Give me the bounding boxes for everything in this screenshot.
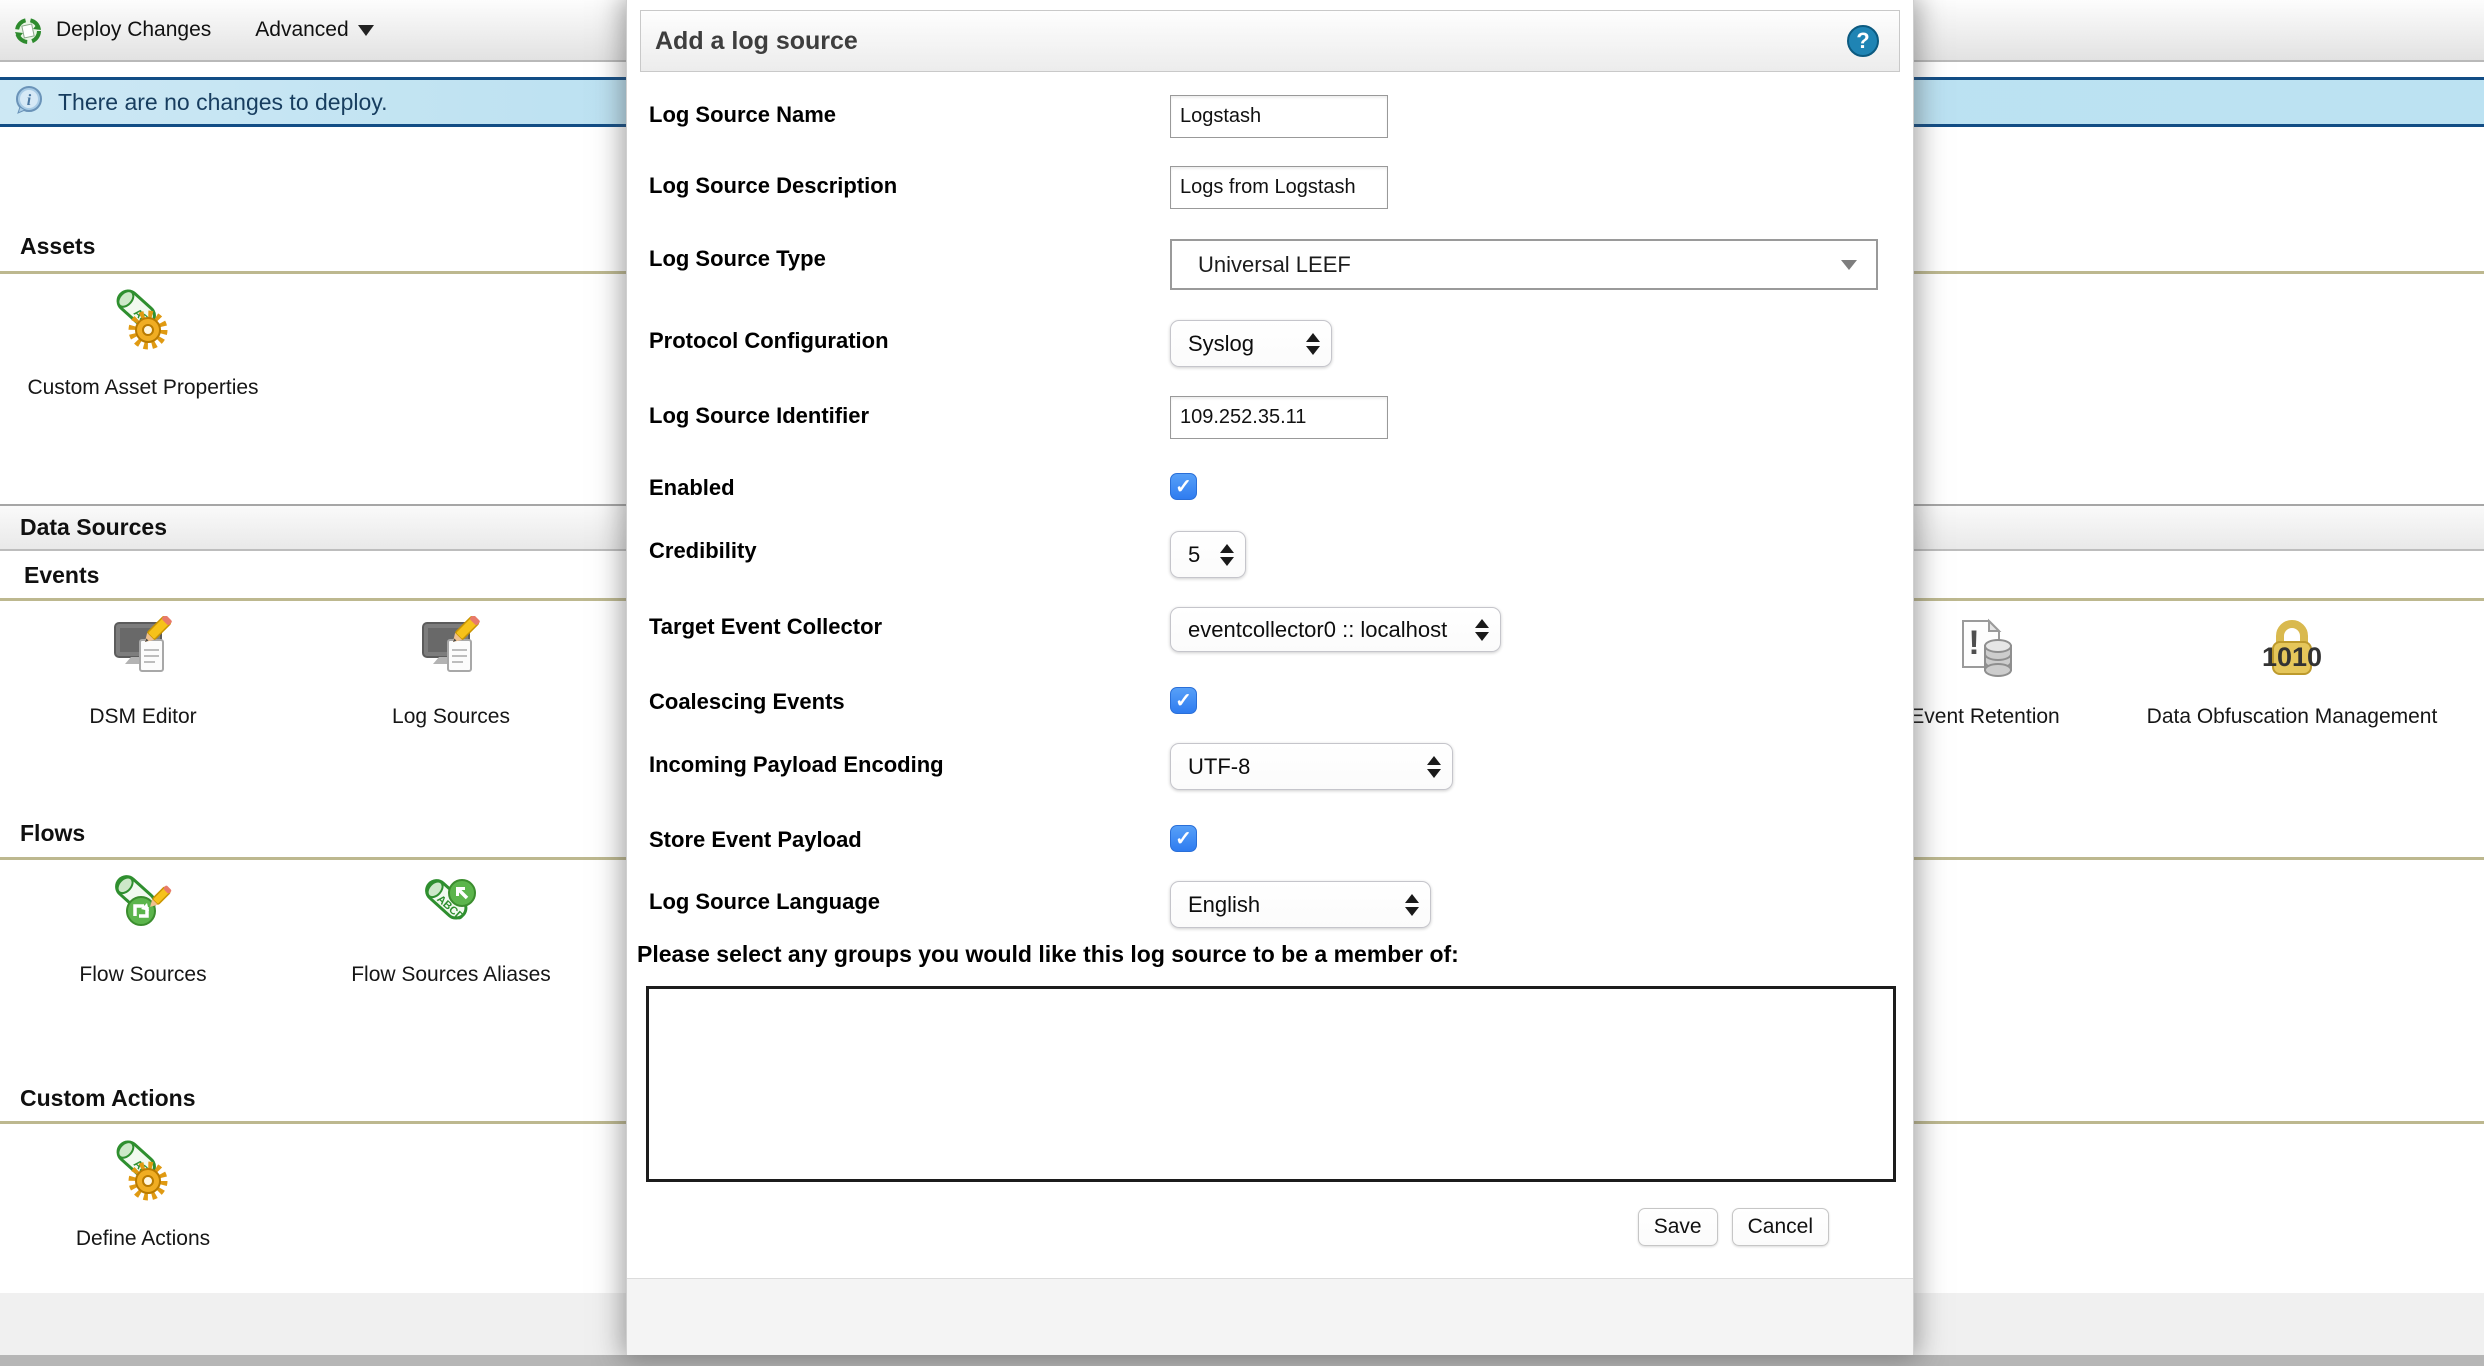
log-source-description-label: Log Source Description (649, 173, 897, 199)
select-stepper-icon (1306, 333, 1320, 355)
deploy-changes-label: Deploy Changes (56, 18, 211, 42)
coalescing-events-checkbox[interactable] (1170, 687, 1197, 714)
log-source-type-dropdown[interactable]: Universal LEEF (1170, 239, 1878, 290)
log-source-language-value: English (1188, 892, 1260, 918)
question-mark-icon[interactable]: ? (1847, 25, 1879, 57)
target-event-collector-select[interactable]: eventcollector0 :: localhost (1170, 607, 1501, 652)
enabled-checkbox[interactable] (1170, 473, 1197, 500)
svg-text:1010: 1010 (2262, 642, 2322, 672)
caret-down-icon (358, 25, 374, 36)
incoming-payload-encoding-label: Incoming Payload Encoding (649, 752, 944, 778)
scroll-gear-icon: AB (0, 1138, 293, 1202)
select-stepper-icon (1220, 544, 1234, 566)
add-log-source-dialog: Add a log source ? Log Source Name Log S… (626, 0, 1914, 1355)
dialog-footer (627, 1278, 1913, 1355)
select-stepper-icon (1427, 756, 1441, 778)
store-event-payload-label: Store Event Payload (649, 827, 862, 853)
page-bottom-strip (0, 1355, 2484, 1366)
credibility-label: Credibility (649, 538, 757, 564)
admin-item-data-obfuscation-management[interactable]: 1010 Data Obfuscation Management (2142, 616, 2442, 733)
log-source-language-select[interactable]: English (1170, 881, 1431, 928)
advanced-label: Advanced (255, 18, 348, 42)
flow-banner-arrow-icon: ABCD (301, 874, 601, 938)
select-stepper-icon (1405, 894, 1419, 916)
log-source-type-label: Log Source Type (649, 246, 826, 272)
flow-banner-pencil-icon (0, 874, 293, 938)
icon-caption: Flow Sources Aliases (301, 959, 601, 991)
coalescing-events-label: Coalescing Events (649, 689, 845, 715)
cancel-button[interactable]: Cancel (1732, 1208, 1829, 1246)
target-event-collector-value: eventcollector0 :: localhost (1188, 617, 1447, 643)
groups-selection-box[interactable] (646, 986, 1896, 1182)
admin-item-define-actions[interactable]: AB Define Actions (0, 1138, 293, 1255)
enabled-label: Enabled (649, 475, 735, 501)
save-button[interactable]: Save (1638, 1208, 1718, 1246)
log-source-identifier-input[interactable] (1170, 396, 1388, 439)
target-event-collector-label: Target Event Collector (649, 614, 882, 640)
groups-prompt: Please select any groups you would like … (637, 941, 1459, 968)
svg-text:i: i (27, 92, 32, 109)
padlock-1010-icon: 1010 (2142, 616, 2442, 680)
store-event-payload-checkbox[interactable] (1170, 825, 1197, 852)
section-title-custom-actions: Custom Actions (20, 1085, 196, 1112)
section-title-flows: Flows (20, 820, 85, 847)
advanced-menu-button[interactable]: Advanced (255, 18, 373, 42)
icon-caption: Define Actions (0, 1223, 293, 1255)
protocol-configuration-value: Syslog (1188, 331, 1254, 357)
admin-item-flow-sources[interactable]: Flow Sources (0, 874, 293, 991)
log-source-name-input[interactable] (1170, 95, 1388, 138)
protocol-configuration-label: Protocol Configuration (649, 328, 889, 354)
log-source-language-label: Log Source Language (649, 889, 880, 915)
credibility-value: 5 (1188, 542, 1200, 568)
section-title-events: Events (24, 562, 99, 589)
log-source-identifier-label: Log Source Identifier (649, 403, 869, 429)
dialog-button-row: Save Cancel (1638, 1208, 1829, 1246)
icon-caption: Flow Sources (0, 959, 293, 991)
deploy-changes-button[interactable]: Deploy Changes (48, 18, 211, 42)
incoming-payload-encoding-value: UTF-8 (1188, 754, 1250, 780)
log-source-name-label: Log Source Name (649, 102, 836, 128)
scroll-gear-icon: AB (0, 287, 293, 351)
monitor-pencil-icon (0, 616, 293, 680)
admin-item-custom-asset-properties[interactable]: AB Custom Asset Properties (0, 287, 293, 404)
admin-item-dsm-editor[interactable]: DSM Editor (0, 616, 293, 733)
icon-caption: DSM Editor (0, 701, 293, 733)
log-source-type-value: Universal LEEF (1198, 252, 1351, 278)
dialog-title: Add a log source (655, 27, 858, 56)
log-source-description-input[interactable] (1170, 166, 1388, 209)
section-title-data-sources: Data Sources (20, 514, 167, 541)
monitor-pencil-icon (301, 616, 601, 680)
no-changes-message: There are no changes to deploy. (58, 89, 387, 116)
icon-caption: Custom Asset Properties (0, 372, 293, 404)
icon-caption: Data Obfuscation Management (2142, 701, 2442, 733)
protocol-configuration-select[interactable]: Syslog (1170, 320, 1332, 367)
chevron-down-icon (1841, 260, 1857, 270)
credibility-select[interactable]: 5 (1170, 531, 1246, 578)
select-stepper-icon (1475, 619, 1489, 641)
incoming-payload-encoding-select[interactable]: UTF-8 (1170, 743, 1453, 790)
admin-item-flow-sources-aliases[interactable]: ABCD Flow Sources Aliases (301, 874, 601, 991)
icon-caption: Log Sources (301, 701, 601, 733)
svg-text:!: ! (1968, 624, 1979, 662)
info-bubble-icon: i (14, 85, 44, 120)
admin-item-log-sources[interactable]: Log Sources (301, 616, 601, 733)
deploy-arrows-icon (14, 17, 42, 50)
section-title-assets: Assets (20, 233, 95, 260)
dialog-header: Add a log source ? (640, 10, 1900, 72)
